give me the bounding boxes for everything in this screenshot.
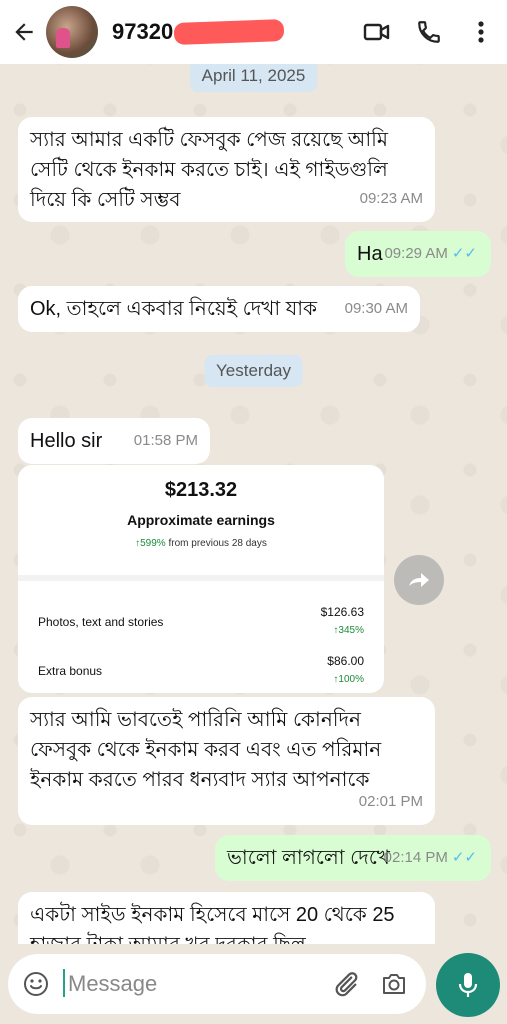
message-time: 09:30 AM — [344, 300, 408, 317]
message-bubble-outgoing[interactable]: Ha 09:29 AM ✓✓ — [345, 231, 491, 277]
message-bubble-incoming[interactable]: স্যার আমি ভাবতেই পারিনি আমি কোনদিন ফেসবু… — [18, 697, 435, 825]
row-value: $126.63 — [320, 605, 364, 619]
row-change: ↑100% — [333, 674, 364, 685]
earnings-row: Photos, text and stories $126.63 ↑345% — [18, 605, 384, 636]
earnings-row: Extra bonus $86.00 ↑100% — [18, 654, 384, 685]
microphone-icon[interactable] — [436, 953, 500, 1017]
date-divider: April 11, 2025 — [189, 60, 318, 92]
message-time: 02:01 PM — [358, 793, 423, 810]
message-input[interactable]: Message — [8, 954, 426, 1014]
back-arrow-icon[interactable] — [2, 0, 46, 64]
row-value: $86.00 — [327, 654, 364, 668]
row-label: Extra bonus — [38, 664, 103, 678]
message-text: Ha — [357, 243, 383, 265]
date-divider: Yesterday — [204, 355, 303, 387]
text-caret — [63, 969, 65, 997]
message-bubble-incoming[interactable]: স্যার আমার একটি ফেসবুক পেজ রয়েছে আমি সে… — [18, 117, 435, 222]
read-receipt-icon: ✓✓ — [451, 245, 477, 262]
video-call-icon[interactable] — [351, 0, 403, 64]
message-bubble-incoming[interactable]: Ok, তাহলে একবার নিয়েই দেখা যাক 09:30 AM — [18, 286, 420, 332]
message-text: Hello sir — [30, 430, 103, 452]
forward-icon[interactable] — [394, 555, 444, 605]
message-text: Ok, তাহলে একবার নিয়েই দেখা যাক — [30, 298, 318, 320]
message-time: 09:23 AM — [359, 190, 423, 207]
attach-icon[interactable] — [332, 970, 360, 998]
earnings-amount: $213.32 — [164, 479, 238, 501]
message-bubble-outgoing[interactable]: ভালো লাগলো দেখে 02:14 PM ✓✓ — [215, 835, 491, 881]
avatar[interactable] — [46, 6, 98, 58]
read-receipt-icon: ✓✓ — [451, 849, 477, 866]
redaction-mark — [173, 19, 285, 45]
message-time: 09:29 AM ✓✓ — [384, 245, 477, 262]
chat-header: 97320 — [0, 0, 507, 64]
row-change: ↑345% — [333, 625, 364, 636]
message-text: ভালো লাগলো দেখে — [227, 847, 390, 869]
message-time: 01:58 PM — [133, 432, 198, 449]
message-time: 02:14 PM ✓✓ — [383, 849, 477, 866]
contact-number: 97320 — [112, 19, 174, 44]
card-divider — [18, 575, 384, 581]
message-bubble-incoming[interactable]: Hello sir 01:58 PM — [18, 418, 210, 464]
phone-icon[interactable] — [403, 0, 455, 64]
contact-name[interactable]: 97320 — [112, 19, 351, 45]
message-placeholder: Message — [63, 969, 157, 997]
earnings-label: Approximate earnings — [127, 512, 275, 528]
row-label: Photos, text and stories — [38, 615, 164, 629]
message-text: স্যার আমি ভাবতেই পারিনি আমি কোনদিন ফেসবু… — [30, 709, 382, 791]
emoji-icon[interactable] — [22, 970, 50, 998]
composer-bar: Message — [0, 944, 507, 1024]
earnings-change: ↑599% from previous 28 days — [135, 538, 267, 549]
camera-icon[interactable] — [380, 971, 408, 997]
earnings-screenshot-image[interactable]: $213.32 Approximate earnings ↑599% from … — [18, 465, 384, 693]
more-options-icon[interactable] — [455, 0, 507, 64]
